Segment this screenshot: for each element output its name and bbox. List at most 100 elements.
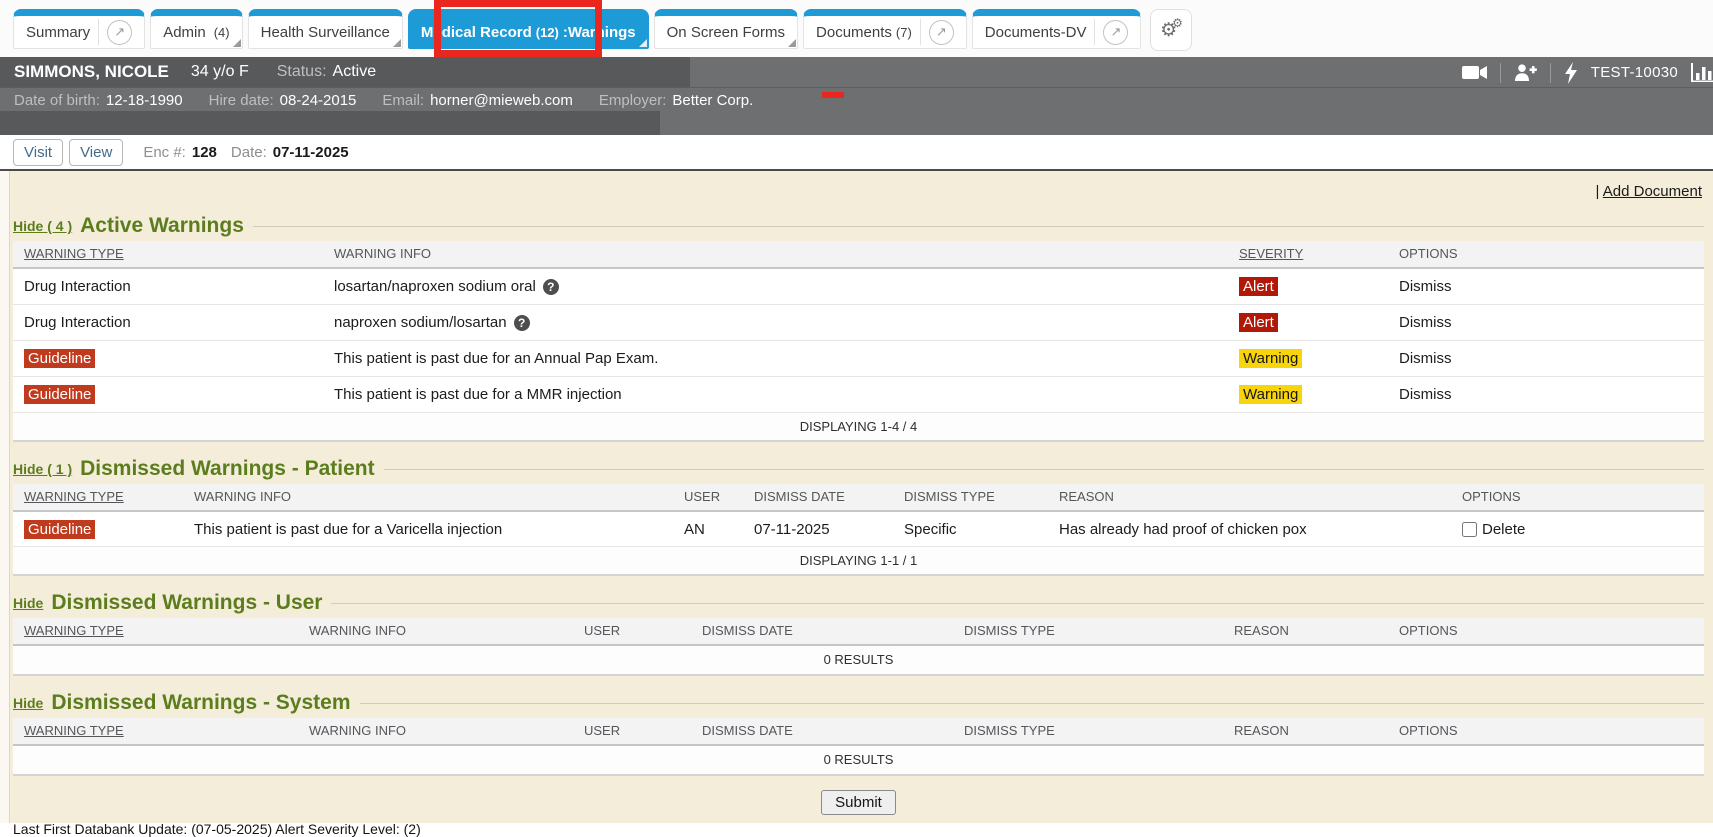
col-dismiss-type: DISMISS TYPE (964, 718, 1055, 744)
tab-admin-count: (4) (214, 25, 230, 40)
col-options: OPTIONS (1399, 241, 1458, 267)
popout-arrow-icon[interactable]: ↗ (107, 20, 132, 45)
visit-button[interactable]: Visit (13, 139, 63, 166)
help-icon[interactable]: ? (514, 315, 530, 331)
dob-value: 12-18-1990 (106, 92, 183, 109)
dismissed-user-table: WARNING TYPE WARNING INFO USER DISMISS D… (13, 618, 1704, 676)
table-header-row: WARNING TYPE WARNING INFO USER DISMISS D… (13, 718, 1704, 746)
col-warning-type[interactable]: WARNING TYPE (24, 484, 124, 510)
col-severity[interactable]: SEVERITY (1239, 241, 1303, 267)
col-dismiss-date: DISMISS DATE (754, 484, 845, 510)
bar-chart-icon[interactable] (1691, 63, 1713, 82)
tab-medical-record-warnings[interactable]: Medical Record (12) :Warnings (408, 9, 649, 49)
enc-number-value: 128 (192, 144, 217, 161)
warning-info: losartan/naproxen sodium oral ? (334, 269, 559, 304)
tab-documents-dv[interactable]: Documents-DV ↗ (972, 9, 1142, 49)
section-rule (331, 603, 1704, 604)
tab-documents[interactable]: Documents (7) ↗ (803, 9, 967, 49)
help-icon[interactable]: ? (543, 279, 559, 295)
employer-label: Employer: (599, 92, 667, 109)
add-document-link[interactable]: Add Document (1603, 183, 1702, 200)
paging-status: DISPLAYING 1-1 / 1 (13, 547, 1704, 576)
dismiss-link[interactable]: Dismiss (1399, 341, 1452, 376)
guideline-badge: Guideline (24, 349, 95, 368)
dismiss-link[interactable]: Dismiss (1399, 305, 1452, 340)
col-warning-info: WARNING INFO (194, 484, 291, 510)
employer-value: Better Corp. (672, 92, 753, 109)
tab-documents-dv-label: Documents-DV (985, 24, 1087, 41)
tab-health-surveillance[interactable]: Health Surveillance (248, 9, 403, 49)
table-header-row: WARNING TYPE WARNING INFO SEVERITY OPTIO… (13, 241, 1704, 269)
warning-type: Drug Interaction (24, 269, 131, 304)
delete-checkbox[interactable] (1462, 522, 1477, 537)
severity-badge: Alert (1239, 277, 1278, 296)
submit-button[interactable]: Submit (821, 790, 896, 815)
email-value: horner@mieweb.com (430, 92, 573, 109)
col-warning-info: WARNING INFO (309, 718, 406, 744)
dismissed-patient-header: Hide ( 1 ) Dismissed Warnings - Patient (13, 454, 1704, 484)
col-warning-type[interactable]: WARNING TYPE (24, 718, 124, 744)
tab-health-surveillance-label: Health Surveillance (261, 24, 390, 41)
hide-dismissed-patient-link[interactable]: Hide ( 1 ) (13, 461, 72, 477)
dob-label: Date of birth: (14, 92, 100, 109)
tab-summary[interactable]: Summary ↗ (13, 9, 145, 49)
table-header-row: WARNING TYPE WARNING INFO USER DISMISS D… (13, 484, 1704, 512)
table-header-row: WARNING TYPE WARNING INFO USER DISMISS D… (13, 618, 1704, 646)
col-warning-type[interactable]: WARNING TYPE (24, 241, 124, 267)
tab-divider (98, 19, 99, 45)
dismissed-patient-table: WARNING TYPE WARNING INFO USER DISMISS D… (13, 484, 1704, 576)
tab-on-screen-forms[interactable]: On Screen Forms (654, 9, 798, 49)
popout-arrow-icon[interactable]: ↗ (929, 20, 954, 45)
hire-date-value: 08-24-2015 (280, 92, 357, 109)
dismissed-system-header: Hide Dismissed Warnings - System (13, 688, 1704, 718)
col-options: OPTIONS (1462, 484, 1521, 510)
table-row: Drug Interaction naproxen sodium/losarta… (13, 305, 1704, 341)
hide-active-warnings-link[interactable]: Hide ( 4 ) (13, 218, 72, 234)
lightning-bolt-icon[interactable] (1564, 62, 1578, 84)
tab-admin-label: Admin (163, 24, 206, 41)
table-row: Guideline This patient is past due for a… (13, 341, 1704, 377)
gear-icon: ⚙ (1172, 17, 1183, 29)
col-user: USER (684, 484, 720, 510)
hide-dismissed-system-link[interactable]: Hide (13, 695, 43, 711)
tab-divider (920, 19, 921, 45)
enc-number-label: Enc #: (143, 144, 186, 161)
reason-cell: Has already had proof of chicken pox (1059, 512, 1307, 546)
col-options: OPTIONS (1399, 718, 1458, 744)
active-warnings-table: WARNING TYPE WARNING INFO SEVERITY OPTIO… (13, 241, 1704, 442)
left-edge-strip (0, 171, 10, 823)
col-user: USER (584, 618, 620, 644)
col-user: USER (584, 718, 620, 744)
tab-admin[interactable]: Admin (4) (150, 9, 242, 49)
dismiss-date-cell: 07-11-2025 (754, 512, 830, 546)
active-warnings-title: Active Warnings (80, 214, 244, 238)
dismiss-link[interactable]: Dismiss (1399, 269, 1452, 304)
col-warning-type[interactable]: WARNING TYPE (24, 618, 124, 644)
dismiss-link[interactable]: Dismiss (1399, 377, 1452, 412)
status-value: Active (333, 63, 377, 81)
patient-header: SIMMONS, NICOLE 34 y/o F Status: Active … (0, 57, 1713, 135)
tab-medical-record-label: Medical Record (421, 24, 532, 41)
severity-cell: Alert (1239, 269, 1278, 304)
warning-type: Guideline (24, 512, 95, 546)
patient-id: TEST-10030 (1591, 64, 1678, 81)
table-row: Guideline This patient is past due for a… (13, 512, 1704, 547)
col-warning-info: WARNING INFO (309, 618, 406, 644)
video-camera-icon[interactable] (1462, 65, 1487, 80)
hide-dismissed-user-link[interactable]: Hide (13, 595, 43, 611)
severity-badge: Warning (1239, 385, 1302, 404)
status-label: Status: (277, 63, 327, 81)
tab-documents-label: Documents (816, 24, 892, 41)
encounter-toolbar: Visit View Enc #: 128 Date: 07-11-2025 (0, 135, 1713, 171)
warning-type: Guideline (24, 377, 95, 412)
tab-divider (1094, 19, 1095, 45)
popout-arrow-icon[interactable]: ↗ (1103, 20, 1128, 45)
hire-date-label: Hire date: (209, 92, 274, 109)
severity-badge: Warning (1239, 349, 1302, 368)
active-warnings-header: Hide ( 4 ) Active Warnings (13, 211, 1704, 241)
settings-button[interactable]: ⚙ ⚙ (1150, 9, 1192, 51)
view-button[interactable]: View (69, 139, 123, 166)
severity-cell: Alert (1239, 305, 1278, 340)
guideline-badge: Guideline (24, 385, 95, 404)
add-user-icon[interactable] (1514, 64, 1537, 81)
